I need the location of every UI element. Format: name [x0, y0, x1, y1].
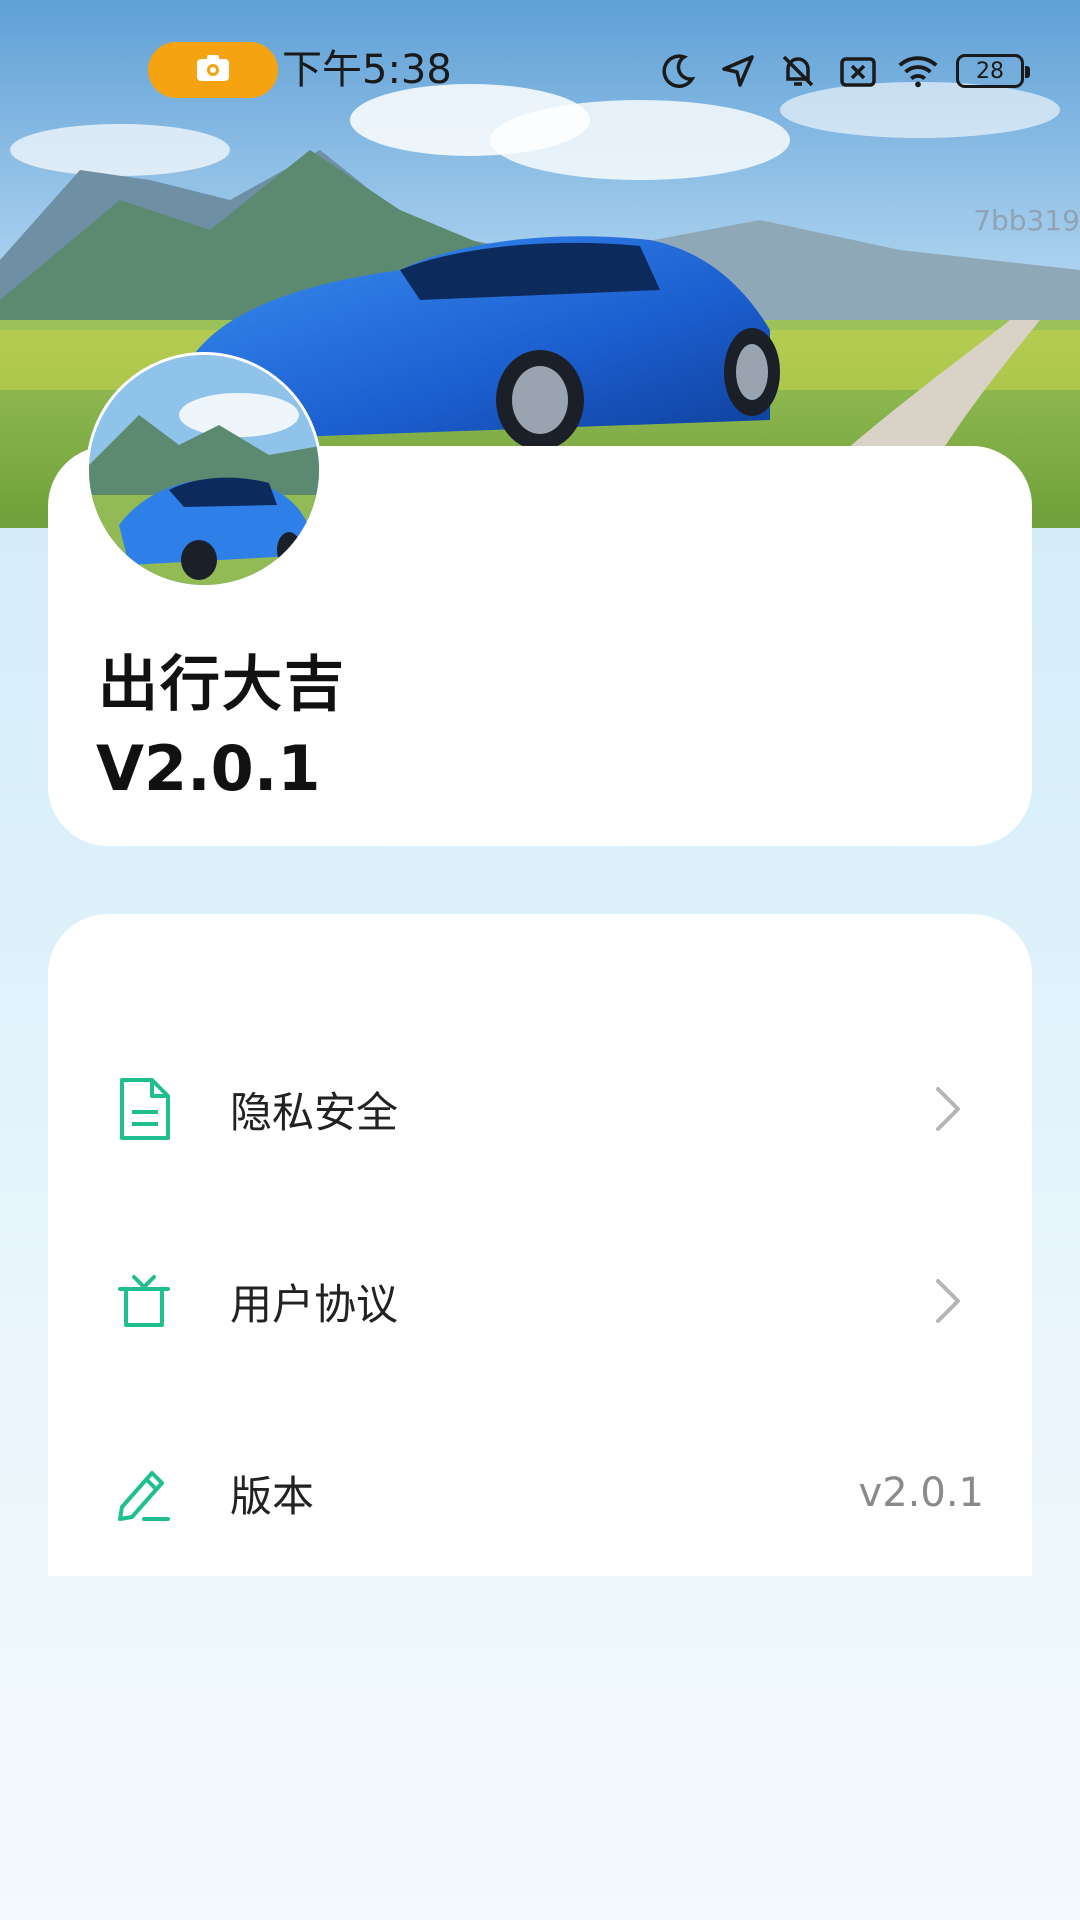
camera-icon: [195, 53, 231, 87]
chevron-right-icon: [928, 1271, 968, 1331]
battery-level: 28: [976, 58, 1004, 84]
watermark-text: 7bb319: [973, 204, 1080, 237]
menu-item-label: 用户协议: [230, 1279, 399, 1329]
menu-item-label: 隐私安全: [230, 1087, 399, 1137]
menu-item-label: 版本: [230, 1471, 315, 1521]
menu-item-user-agreement[interactable]: 用户协议: [48, 1226, 1032, 1376]
screen-recording-indicator[interactable]: [148, 42, 278, 98]
location-arrow-icon: [716, 49, 760, 93]
app-name: 出行大吉: [98, 650, 346, 720]
version-value: v2.0.1: [858, 1470, 984, 1516]
status-icons: 28: [656, 46, 1030, 96]
settings-menu: 隐私安全 用户协议 版本 v2.0.1: [48, 914, 1032, 1576]
wifi-icon: [896, 49, 940, 93]
moon-icon: [656, 49, 700, 93]
app-version: V2.0.1: [96, 732, 321, 805]
pencil-icon: [112, 1461, 176, 1525]
menu-item-version[interactable]: 版本 v2.0.1: [48, 1418, 1032, 1568]
gift-box-icon: [112, 1269, 176, 1333]
app-avatar: [86, 352, 322, 588]
sim-off-icon: [836, 49, 880, 93]
menu-item-privacy[interactable]: 隐私安全: [48, 1034, 1032, 1184]
document-icon: [112, 1077, 176, 1141]
status-bar: 下午5:38 28: [0, 0, 1080, 140]
chevron-right-icon: [928, 1079, 968, 1139]
battery-icon: 28: [956, 54, 1030, 88]
status-time: 下午5:38: [282, 47, 452, 93]
bell-off-icon: [776, 49, 820, 93]
